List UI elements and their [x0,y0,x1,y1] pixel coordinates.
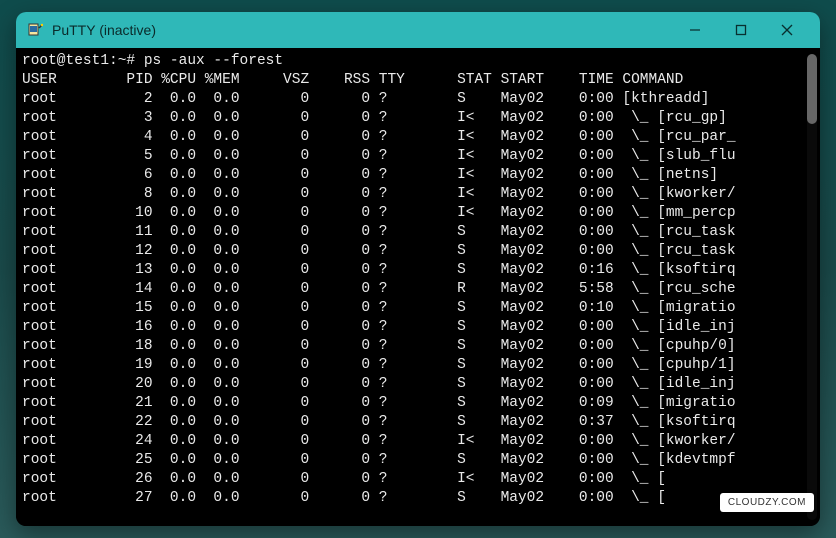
window-title: PuTTY (inactive) [52,22,672,38]
terminal-area[interactable]: root@test1:~# ps -aux --forest USER PID … [16,48,820,526]
terminal-output: root@test1:~# ps -aux --forest USER PID … [16,48,820,526]
scrollbar-thumb[interactable] [807,54,817,124]
scrollbar[interactable] [807,54,817,520]
putty-icon [26,21,44,39]
minimize-button[interactable] [672,12,718,48]
window-controls [672,12,810,48]
maximize-button[interactable] [718,12,764,48]
titlebar[interactable]: PuTTY (inactive) [16,12,820,48]
watermark-badge: CLOUDZY.COM [720,493,814,512]
close-button[interactable] [764,12,810,48]
putty-window: PuTTY (inactive) root@test1:~# ps -aux -… [16,12,820,526]
